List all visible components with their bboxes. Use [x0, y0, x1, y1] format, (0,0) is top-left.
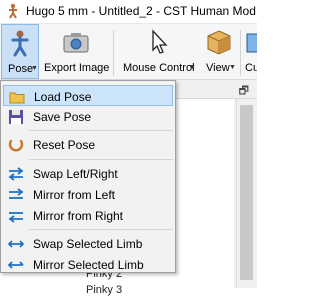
ribbon-separator: [240, 30, 241, 76]
reset-icon: [8, 139, 24, 152]
tree-item[interactable]: Pinky 3: [86, 284, 122, 296]
mouse-control-button[interactable]: Mouse Control ▼: [118, 24, 196, 79]
menu-item-label: Load Pose: [34, 90, 92, 104]
menu-separator: [29, 159, 173, 160]
window-title: Hugo 5 mm - Untitled_2 - CST Human Mod: [26, 4, 256, 18]
menu-item-reset-pose[interactable]: Reset Pose: [3, 134, 173, 155]
mirror-right-icon: [8, 212, 23, 223]
cursor-icon: [152, 29, 168, 54]
menu-item-label: Reset Pose: [33, 138, 96, 152]
folder-icon: [9, 92, 25, 104]
menu-item-mirror-selected-limb[interactable]: Mirror Selected Limb: [3, 254, 173, 275]
menu-separator: [29, 229, 173, 230]
menu-item-label: Mirror from Left: [33, 188, 116, 202]
floppy-icon: [9, 110, 23, 124]
chevron-down-icon: ▼: [229, 64, 236, 71]
menu-item-label: Swap Selected Limb: [33, 237, 143, 251]
swap-limb-icon: [8, 240, 24, 248]
menu-item-label: Mirror from Right: [33, 209, 124, 223]
menu-item-mirror-from-left[interactable]: Mirror from Left: [3, 184, 173, 205]
camera-icon: [63, 33, 89, 53]
scrollbar-thumb[interactable]: [240, 105, 253, 280]
menu-item-load-pose[interactable]: Load Pose: [3, 85, 173, 106]
menu-item-mirror-from-right[interactable]: Mirror from Right: [3, 205, 173, 226]
menu-item-label: Save Pose: [33, 110, 92, 124]
vertical-scrollbar[interactable]: [236, 99, 257, 288]
app-logo-icon: [9, 3, 17, 19]
menu-item-swap-left-right[interactable]: Swap Left/Right: [3, 163, 173, 184]
mirror-limb-icon: [8, 261, 24, 269]
pose-figure-icon: [11, 30, 29, 57]
title-bar: Hugo 5 mm - Untitled_2 - CST Human Mod: [0, 0, 257, 24]
mirror-left-icon: [9, 188, 24, 199]
menu-item-save-pose[interactable]: Save Pose: [3, 106, 173, 127]
view-label: View: [206, 62, 230, 74]
pose-button[interactable]: Pose ▼: [1, 24, 39, 79]
mouse-control-label: Mouse Control: [123, 62, 195, 74]
pose-label: Pose: [8, 63, 34, 75]
export-image-button[interactable]: Export Image: [42, 24, 110, 79]
pose-menu: Load Pose Save Pose Reset Pose Swap Left…: [0, 80, 176, 273]
cut-plane-icon: [246, 33, 257, 53]
menu-item-label: Mirror Selected Limb: [33, 258, 144, 272]
view-button[interactable]: View ▼: [200, 24, 238, 79]
menu-item-label: Swap Left/Right: [33, 167, 118, 181]
ribbon-separator: [113, 30, 114, 76]
cube-icon: [207, 30, 231, 55]
cut-label: Cu: [245, 62, 257, 74]
ribbon-toolbar: Pose ▼ Export Image Mouse Control ▼ View…: [0, 24, 257, 80]
chevron-down-icon: ▼: [31, 65, 38, 72]
chevron-down-icon: ▼: [189, 64, 196, 71]
cut-button[interactable]: Cu: [243, 24, 257, 79]
swap-icon: [8, 167, 24, 181]
menu-separator: [29, 130, 173, 131]
menu-item-swap-selected-limb[interactable]: Swap Selected Limb: [3, 233, 173, 254]
export-image-label: Export Image: [44, 62, 110, 74]
